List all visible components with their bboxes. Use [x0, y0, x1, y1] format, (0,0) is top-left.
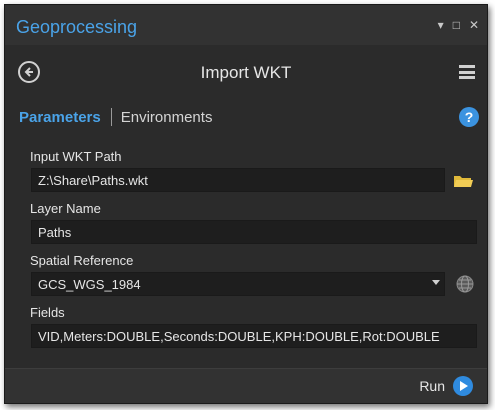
input-wkt-path-label: Input WKT Path	[30, 149, 122, 164]
layer-name-label: Layer Name	[30, 201, 101, 216]
spatial-reference-label: Spatial Reference	[30, 253, 134, 268]
close-icon[interactable]: ✕	[469, 19, 479, 31]
run-icon	[453, 376, 473, 396]
input-wkt-path-field[interactable]: Z:\Share\Paths.wkt	[31, 168, 445, 192]
help-icon[interactable]: ?	[459, 107, 479, 127]
chevron-down-icon	[432, 280, 440, 285]
tool-title: Import WKT	[200, 63, 292, 82]
spatial-reference-select[interactable]: GCS_WGS_1984	[31, 272, 445, 296]
geoprocessing-pane: Geoprocessing ▾ □ ✕ Import WKT Parameter…	[4, 4, 488, 404]
window-controls: ▾ □ ✕	[438, 19, 479, 31]
maximize-icon[interactable]: □	[453, 19, 460, 31]
tab-environments[interactable]: Environments	[121, 109, 213, 126]
globe-icon[interactable]	[456, 275, 474, 293]
tab-bar: Parameters Environments	[19, 108, 212, 126]
spatial-reference-value: GCS_WGS_1984	[38, 277, 141, 292]
run-label: Run	[419, 378, 445, 394]
parameters-panel: Input WKT Path Z:\Share\Paths.wkt Layer …	[25, 143, 483, 355]
run-button[interactable]: Run	[419, 376, 473, 396]
fields-field[interactable]: VID,Meters:DOUBLE,Seconds:DOUBLE,KPH:DOU…	[31, 324, 477, 348]
fields-label: Fields	[30, 305, 65, 320]
tab-divider	[110, 108, 112, 126]
footer-bar: Run	[5, 368, 487, 403]
dropdown-icon[interactable]: ▾	[438, 19, 444, 31]
pane-title: Geoprocessing	[16, 17, 138, 37]
tab-parameters[interactable]: Parameters	[19, 109, 101, 126]
layer-name-field[interactable]: Paths	[31, 220, 477, 244]
menu-icon[interactable]	[459, 65, 475, 79]
pane-titlebar: Geoprocessing ▾ □ ✕	[5, 5, 487, 45]
folder-icon[interactable]	[453, 173, 473, 189]
